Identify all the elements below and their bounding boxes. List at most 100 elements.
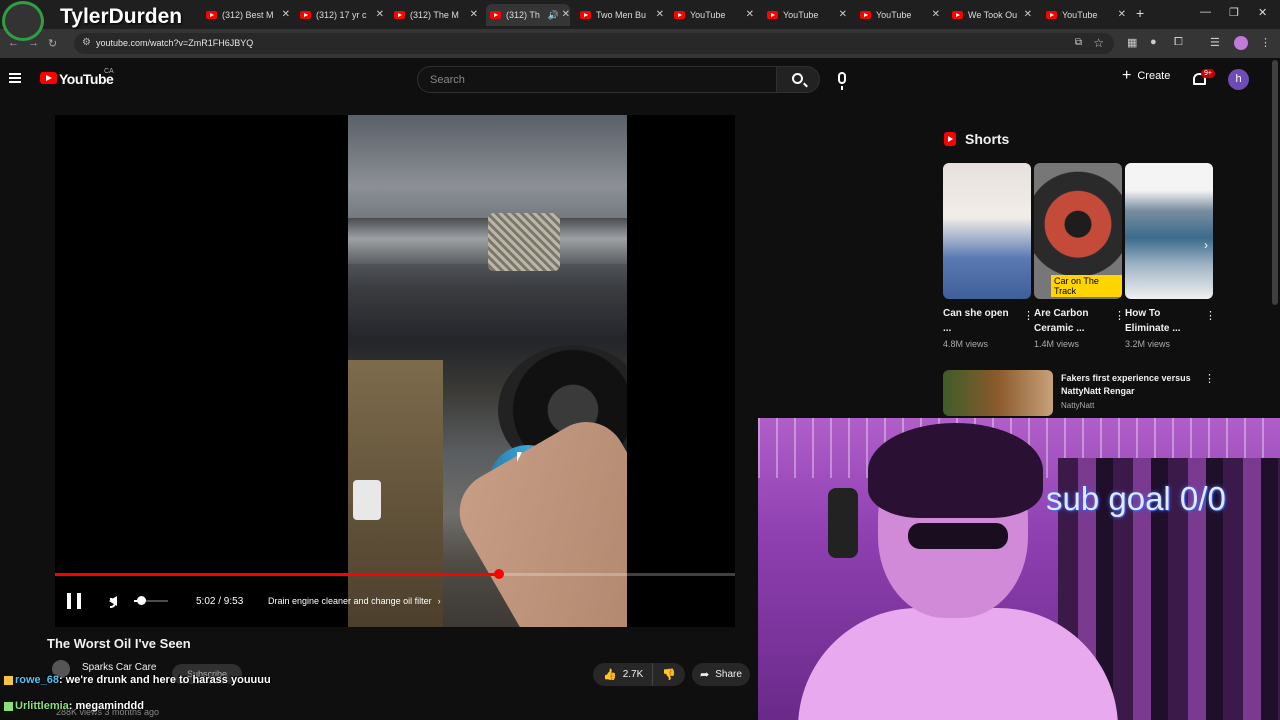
reload-icon[interactable]: ↻ — [48, 37, 57, 50]
volume-slider[interactable] — [134, 596, 168, 605]
youtube-logo-icon[interactable] — [40, 72, 57, 84]
short-card[interactable]: Car on The Track Are Carbon Ceramic ... … — [1034, 163, 1125, 349]
short-views: 1.4M views — [1034, 339, 1080, 349]
youtube-favicon-icon — [674, 11, 685, 19]
close-tab-icon[interactable]: ✕ — [1118, 9, 1126, 20]
browser-profile-avatar[interactable] — [1234, 36, 1248, 50]
search-placeholder: Search — [430, 74, 465, 86]
browser-tab[interactable]: Two Men Bu ✕ — [580, 4, 664, 26]
short-thumbnail[interactable] — [1125, 163, 1213, 299]
voice-search-icon[interactable] — [838, 72, 846, 90]
shorts-heading: Shorts — [965, 131, 1010, 147]
create-button[interactable]: + Create — [1122, 68, 1170, 84]
screen: (312) Best M ✕ (312) 17 yr c ✕ (312) The M… — [0, 0, 1280, 720]
close-tab-icon[interactable]: ✕ — [656, 9, 664, 20]
short-views: 3.2M views — [1125, 339, 1171, 349]
search-button[interactable] — [777, 66, 820, 93]
close-tab-icon[interactable]: ✕ — [470, 9, 478, 20]
recommendation-title[interactable]: Fakers first experience versus NattyNatt… — [1061, 372, 1201, 398]
thumbs-up-icon: 👍 — [603, 669, 617, 681]
short-title[interactable]: Can she open ... — [943, 306, 1015, 336]
close-tab-icon[interactable]: ✕ — [1024, 9, 1032, 20]
shorts-logo-icon — [944, 132, 956, 146]
browser-tab[interactable]: (312) 17 yr c ✕ — [300, 4, 384, 26]
chat-text: : we're drunk and here to harass youuuu — [59, 674, 271, 686]
sub-goal-overlay: sub goal 0/0 — [1046, 480, 1226, 517]
chevron-right-icon[interactable]: › — [1204, 238, 1208, 252]
close-tab-icon[interactable]: ✕ — [746, 9, 754, 20]
channel-name[interactable]: Sparks Car Care — [82, 662, 156, 673]
speaker-icon: 🔊 — [547, 9, 560, 20]
mouse-cursor-icon — [517, 452, 522, 462]
share-button[interactable]: ➦ Share — [692, 663, 750, 686]
browser-tab-active[interactable]: (312) Th 🔊 ✕ — [486, 4, 570, 26]
extension-icon[interactable]: ● — [1150, 36, 1157, 48]
sidebar-icon[interactable]: ☰ — [1210, 36, 1220, 49]
close-tab-icon[interactable]: ✕ — [282, 9, 290, 20]
more-options-icon[interactable]: ⋮ — [1204, 372, 1215, 385]
progress-scrubber[interactable] — [494, 569, 505, 579]
more-options-icon[interactable]: ⋮ — [1023, 309, 1034, 322]
short-title[interactable]: How To Eliminate ... — [1125, 306, 1197, 336]
short-title[interactable]: Are Carbon Ceramic ... — [1034, 306, 1106, 336]
volume-icon[interactable] — [109, 596, 117, 608]
video-frame[interactable] — [348, 115, 627, 627]
flex-pipe — [488, 213, 560, 271]
browser-tab[interactable]: (312) The M ✕ — [394, 4, 478, 26]
short-card[interactable]: Can she open ... 4.8M views ⋮ — [943, 163, 1034, 349]
like-button[interactable]: 👍 2.7K — [593, 663, 653, 686]
browser-tab[interactable]: YouTube ✕ — [860, 4, 940, 26]
youtube-header: YouTube CA Search + Create 9+ h — [0, 60, 1280, 100]
browser-tab[interactable]: YouTube ✕ — [767, 4, 847, 26]
chat-message: rowe_68: we're drunk and here to harass … — [4, 674, 271, 686]
dislike-button[interactable]: 👎 — [653, 668, 685, 681]
browser-tab[interactable]: We Took Ou ✕ — [952, 4, 1032, 26]
shorts-header: Shorts — [944, 131, 1009, 147]
close-tab-icon[interactable]: ✕ — [932, 9, 940, 20]
close-tab-icon[interactable]: ✕ — [376, 9, 384, 20]
minimize-icon[interactable]: — — [1200, 6, 1211, 18]
share-arrow-icon: ➦ — [700, 669, 710, 681]
chat-username: rowe_68 — [15, 674, 60, 686]
new-tab-icon[interactable]: + — [1136, 5, 1144, 21]
thumbnail-caption: Car on The Track — [1051, 275, 1122, 297]
install-app-icon[interactable]: ⧉ — [1075, 37, 1082, 48]
maximize-icon[interactable]: ❐ — [1229, 6, 1239, 19]
short-thumbnail[interactable] — [943, 163, 1031, 299]
close-tab-icon[interactable]: ✕ — [562, 9, 570, 20]
short-thumbnail[interactable]: Car on The Track — [1034, 163, 1122, 299]
extension-icon[interactable]: ▦ — [1127, 36, 1137, 49]
url-text: youtube.com/watch?v=ZmR1FH6JBYQ — [96, 38, 254, 48]
menu-icon[interactable] — [9, 73, 21, 83]
browser-tab[interactable]: YouTube ✕ — [1046, 4, 1126, 26]
close-tab-icon[interactable]: ✕ — [839, 9, 847, 20]
close-window-icon[interactable]: ✕ — [1258, 6, 1267, 19]
account-avatar[interactable]: h — [1228, 69, 1249, 90]
extensions-puzzle-icon[interactable]: ⧠ — [1174, 36, 1183, 49]
youtube-favicon-icon — [300, 11, 311, 19]
time-display: 5:02 / 9:53 — [196, 596, 244, 607]
progress-bar[interactable] — [55, 569, 735, 579]
browser-tab[interactable]: YouTube ✕ — [674, 4, 754, 26]
page-scrollbar[interactable] — [1272, 60, 1278, 305]
browser-tab-strip: (312) Best M ✕ (312) 17 yr c ✕ (312) The M… — [0, 0, 1280, 29]
more-options-icon[interactable]: ⋮ — [1205, 309, 1216, 322]
more-options-icon[interactable]: ⋮ — [1114, 309, 1125, 322]
short-card[interactable]: How To Eliminate ... 3.2M views ⋮ — [1125, 163, 1216, 349]
pause-icon[interactable] — [67, 593, 81, 609]
address-bar[interactable]: ⚙ youtube.com/watch?v=ZmR1FH6JBYQ ⧉ ☆ — [74, 33, 1114, 54]
chapter-title[interactable]: Drain engine cleaner and change oil filt… — [268, 596, 441, 606]
browser-tab[interactable]: (312) Best M ✕ — [206, 4, 290, 26]
streamer-avatar — [2, 1, 44, 41]
headset — [828, 488, 858, 558]
chat-badge-icon — [4, 701, 13, 711]
recommendation-thumbnail[interactable] — [943, 370, 1053, 416]
recommendation-channel[interactable]: NattyNatt — [1061, 401, 1094, 410]
site-info-icon[interactable]: ⚙ — [82, 37, 91, 48]
volume-knob[interactable] — [136, 596, 146, 605]
bookmark-star-icon[interactable]: ☆ — [1093, 36, 1104, 50]
search-input[interactable]: Search — [417, 66, 777, 93]
youtube-favicon-icon — [860, 11, 871, 19]
browser-menu-icon[interactable]: ⋮ — [1260, 36, 1271, 49]
short-views: 4.8M views — [943, 339, 989, 349]
